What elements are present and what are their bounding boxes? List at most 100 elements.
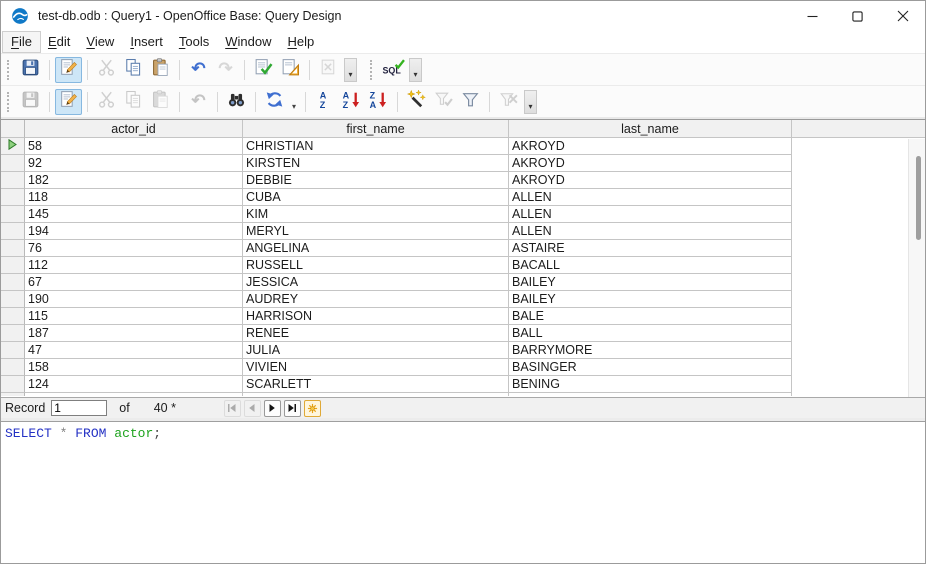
menu-item-tools[interactable]: Tools xyxy=(171,32,217,52)
cell-last_name[interactable]: ALLEN xyxy=(509,189,792,206)
row-selector[interactable] xyxy=(1,308,25,325)
cell-first_name[interactable]: RENEE xyxy=(243,325,509,342)
cell-first_name[interactable]: AUDREY xyxy=(243,291,509,308)
edit-data-button[interactable] xyxy=(55,56,82,83)
cell-actor_id[interactable]: 58 xyxy=(25,138,243,155)
scrollbar-thumb[interactable] xyxy=(916,156,921,240)
sort-descending-button[interactable]: ZA xyxy=(365,89,392,115)
auto-filter-button[interactable] xyxy=(403,88,430,115)
cell-first_name[interactable]: SCARLETT xyxy=(243,376,509,393)
cell-first_name[interactable]: KIRSTEN xyxy=(243,155,509,172)
cell-last_name[interactable]: AKROYD xyxy=(509,172,792,189)
cell-last_name[interactable]: AKROYD xyxy=(509,155,792,172)
menu-item-insert[interactable]: Insert xyxy=(122,32,171,52)
cell-last_name[interactable]: ASTAIRE xyxy=(509,240,792,257)
cell-actor_id[interactable]: 124 xyxy=(25,376,243,393)
cell-first_name[interactable]: HARRISON xyxy=(243,308,509,325)
column-header-last_name[interactable]: last_name xyxy=(509,120,792,138)
row-selector[interactable] xyxy=(1,240,25,257)
cell-last_name[interactable]: BASINGER xyxy=(509,359,792,376)
cell-first_name[interactable]: KIM xyxy=(243,206,509,223)
column-header-actor_id[interactable]: actor_id xyxy=(25,120,243,138)
cell-last_name[interactable]: ALLEN xyxy=(509,223,792,240)
cell-first_name[interactable]: JULIA xyxy=(243,342,509,359)
cell-actor_id[interactable]: 92 xyxy=(25,155,243,172)
row-selector[interactable] xyxy=(1,189,25,206)
row-selector[interactable] xyxy=(1,155,25,172)
cell-actor_id[interactable]: 145 xyxy=(25,206,243,223)
dropdown-arrow-icon[interactable]: ▾ xyxy=(288,90,300,114)
last-record-button[interactable] xyxy=(283,399,301,417)
row-selector[interactable] xyxy=(1,274,25,291)
cell-first_name[interactable]: ANGELINA xyxy=(243,240,509,257)
standard-filter-button[interactable] xyxy=(457,89,484,115)
toolbar-overflow-button[interactable]: ▾ xyxy=(409,57,422,82)
cell-last_name[interactable]: AKROYD xyxy=(509,138,792,155)
cell-last_name[interactable]: BENING xyxy=(509,393,792,396)
cell-actor_id[interactable]: 112 xyxy=(25,257,243,274)
cell-first_name[interactable]: CHRISTIAN xyxy=(243,138,509,155)
toolbar-grip[interactable] xyxy=(7,91,11,112)
cell-actor_id[interactable]: 118 xyxy=(25,189,243,206)
cell-last_name[interactable]: ALLEN xyxy=(509,206,792,223)
close-button[interactable] xyxy=(880,1,925,31)
menu-item-edit[interactable]: Edit xyxy=(40,32,78,52)
run-query-button[interactable] xyxy=(250,57,277,83)
vertical-scrollbar[interactable] xyxy=(908,139,925,397)
cell-last_name[interactable]: BACALL xyxy=(509,257,792,274)
cell-first_name[interactable]: DEBBIE xyxy=(243,172,509,189)
new-record-button[interactable] xyxy=(303,399,321,417)
clear-query-button[interactable] xyxy=(277,57,304,83)
row-selector[interactable] xyxy=(1,359,25,376)
sql-view-button[interactable]: SQL xyxy=(380,57,407,83)
toolbar-grip[interactable] xyxy=(7,59,11,80)
row-selector[interactable] xyxy=(1,223,25,240)
row-selector[interactable] xyxy=(1,172,25,189)
column-header-first_name[interactable]: first_name xyxy=(243,120,509,138)
minimize-button[interactable] xyxy=(790,1,835,31)
cell-actor_id[interactable]: 47 xyxy=(25,342,243,359)
grid-corner-cell[interactable] xyxy=(1,120,25,138)
column-header-empty[interactable] xyxy=(792,120,925,138)
row-selector[interactable] xyxy=(1,257,25,274)
toolbar-overflow-button[interactable]: ▾ xyxy=(344,57,357,82)
sort-button[interactable]: AZ xyxy=(311,89,338,115)
cell-last_name[interactable]: BAILEY xyxy=(509,274,792,291)
toolbar-overflow-button[interactable]: ▾ xyxy=(524,89,537,114)
cell-actor_id[interactable]: 115 xyxy=(25,308,243,325)
cell-actor_id[interactable]: 182 xyxy=(25,172,243,189)
row-selector[interactable] xyxy=(1,138,25,155)
edit-data-button[interactable] xyxy=(55,88,82,115)
row-selector[interactable] xyxy=(1,376,25,393)
record-number-input[interactable] xyxy=(51,400,108,416)
cell-last_name[interactable]: BARRYMORE xyxy=(509,342,792,359)
row-selector[interactable] xyxy=(1,325,25,342)
cell-actor_id[interactable]: 67 xyxy=(25,274,243,291)
cell-first_name[interactable]: MICHAEL xyxy=(243,393,509,396)
cell-first_name[interactable]: JESSICA xyxy=(243,274,509,291)
paste-button[interactable] xyxy=(147,57,174,83)
cell-actor_id[interactable]: 158 xyxy=(25,359,243,376)
cell-actor_id[interactable]: 190 xyxy=(25,291,243,308)
undo-button[interactable]: ↶ xyxy=(185,57,212,83)
row-selector[interactable] xyxy=(1,291,25,308)
row-selector[interactable] xyxy=(1,342,25,359)
cell-actor_id[interactable]: 76 xyxy=(25,240,243,257)
cell-actor_id[interactable]: 174 xyxy=(25,393,243,396)
cell-first_name[interactable]: MERYL xyxy=(243,223,509,240)
cell-actor_id[interactable]: 194 xyxy=(25,223,243,240)
cell-last_name[interactable]: BALL xyxy=(509,325,792,342)
cell-first_name[interactable]: CUBA xyxy=(243,189,509,206)
cell-last_name[interactable]: BENING xyxy=(509,376,792,393)
row-selector[interactable] xyxy=(1,206,25,223)
cell-first_name[interactable]: RUSSELL xyxy=(243,257,509,274)
menu-item-help[interactable]: Help xyxy=(279,32,322,52)
copy-button[interactable] xyxy=(120,57,147,83)
cell-first_name[interactable]: VIVIEN xyxy=(243,359,509,376)
cell-last_name[interactable]: BAILEY xyxy=(509,291,792,308)
refresh-button[interactable] xyxy=(261,89,288,115)
save-button[interactable] xyxy=(17,57,44,83)
sort-ascending-button[interactable]: AZ xyxy=(338,89,365,115)
find-record-button[interactable] xyxy=(223,89,250,115)
cell-actor_id[interactable]: 187 xyxy=(25,325,243,342)
